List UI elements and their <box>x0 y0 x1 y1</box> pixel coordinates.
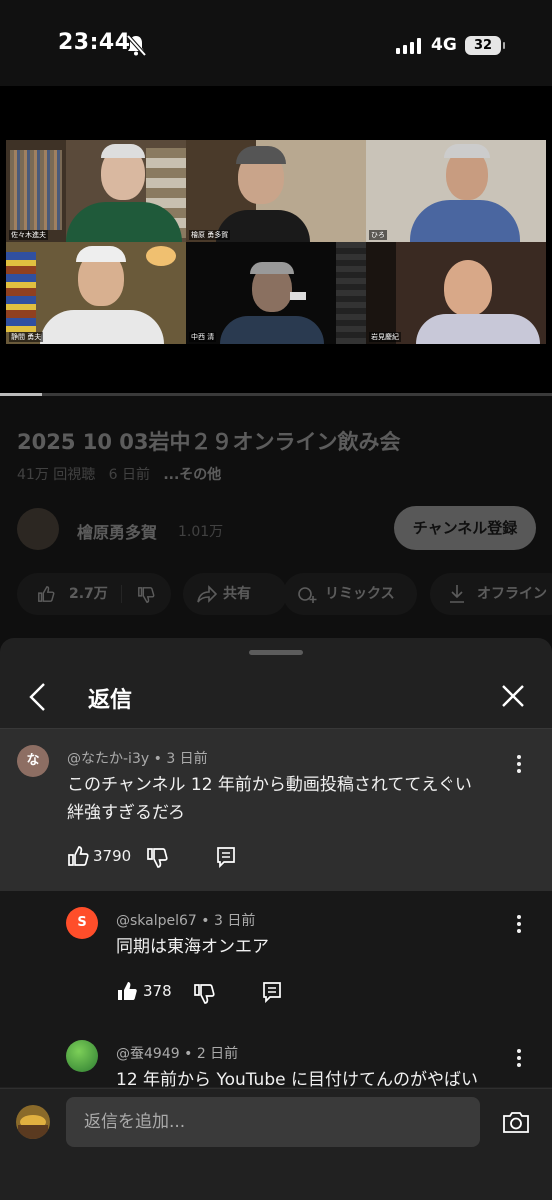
participant-name: 佐々木進夫 <box>9 230 48 240</box>
comment-author[interactable]: @なたか-i3y <box>67 751 149 767</box>
participant-tile: 静間 勇夫 <box>6 242 186 344</box>
offline-label: オフライン <box>477 586 547 602</box>
like-dislike-button[interactable]: 2.7万 <box>17 573 171 615</box>
channel-avatar[interactable] <box>17 508 59 550</box>
participant-tile: 中西 清 <box>186 242 366 344</box>
remix-label: リミックス <box>325 586 395 602</box>
like-count: 2.7万 <box>69 586 108 602</box>
share-label: 共有 <box>223 586 251 602</box>
reply-author[interactable]: @蚕4949 <box>116 1046 180 1062</box>
status-bar: 23:44 4G 32 <box>0 0 552 86</box>
camera-icon[interactable] <box>502 1110 530 1134</box>
participant-name: 岩見慶紀 <box>369 332 401 342</box>
back-arrow-icon[interactable] <box>26 682 50 712</box>
sheet-header: 返信 <box>0 668 552 728</box>
video-title[interactable]: 2025 10 03岩中２９オンライン飲み会 <box>17 426 401 456</box>
sheet-title: 返信 <box>88 688 133 713</box>
network-type: 4G <box>431 35 457 55</box>
comment-text-line: このチャンネル 12 年前から動画投稿されててえぐい <box>67 775 472 795</box>
more-link[interactable]: ...その他 <box>163 467 221 483</box>
participant-tile: 檜原 勇多賀 <box>186 140 366 242</box>
reply-age: 2 日前 <box>196 1046 239 1062</box>
reply-author[interactable]: @skalpel67 <box>116 913 197 929</box>
comment-author-line: @なたか-i3y • 3 日前 <box>67 751 208 767</box>
remix-button[interactable]: リミックス <box>283 573 417 615</box>
remix-icon <box>298 587 317 603</box>
reply-avatar[interactable] <box>66 1040 98 1072</box>
status-time: 23:44 <box>58 30 131 55</box>
participant-tile: 岩見慶紀 <box>366 242 546 344</box>
participant-name: 静間 勇夫 <box>9 332 44 342</box>
more-options-icon[interactable] <box>517 915 521 933</box>
more-options-icon[interactable] <box>517 1049 521 1067</box>
cellular-signal-icon <box>396 38 422 54</box>
video-call-grid: 佐々木進夫 檜原 勇多賀 ひろ 静間 勇夫 中西 清 岩見慶紀 <box>6 140 546 344</box>
video-info: 2025 10 03岩中２９オンライン飲み会 41万 回視聴 6 日前 ...そ… <box>0 396 552 640</box>
comment-text: このチャンネル 12 年前から動画投稿されててえぐい 絆強すぎるだろ <box>67 771 527 827</box>
comment-like-count: 3790 <box>93 847 132 865</box>
offline-button[interactable]: オフライン <box>430 573 552 615</box>
reply-compose-bar <box>0 1088 552 1200</box>
reply-avatar[interactable]: S <box>66 907 98 939</box>
thumbs-up-icon[interactable] <box>67 845 89 867</box>
share-button[interactable]: 共有 <box>183 573 287 615</box>
reply-input[interactable] <box>66 1097 480 1147</box>
reply-text: 同期は東海オンエア <box>116 937 269 957</box>
close-icon[interactable] <box>500 683 526 709</box>
more-options-icon[interactable] <box>517 755 521 773</box>
download-icon <box>450 585 464 603</box>
comment-age: 3 日前 <box>166 751 208 767</box>
participant-name: 檜原 勇多賀 <box>189 230 231 240</box>
participant-name: 中西 清 <box>189 332 217 342</box>
thumbs-up-icon <box>38 586 55 602</box>
subscribe-button[interactable]: チャンネル登録 <box>394 506 536 550</box>
thumbs-down-icon[interactable] <box>193 983 215 1005</box>
reply-author-line: @蚕4949 • 2 日前 <box>116 1046 239 1062</box>
comment-text-line: 絆強すぎるだろ <box>67 803 185 823</box>
view-count: 41万 回視聴 <box>17 467 96 483</box>
reply-like-count: 378 <box>143 982 172 1000</box>
reply-icon[interactable] <box>262 981 282 1003</box>
participant-tile: ひろ <box>366 140 546 242</box>
participant-name: ひろ <box>369 230 387 240</box>
comment-avatar[interactable]: な <box>17 745 49 777</box>
parent-comment: な @なたか-i3y • 3 日前 このチャンネル 12 年前から動画投稿されて… <box>0 729 552 891</box>
upload-age: 6 日前 <box>108 467 150 483</box>
video-player[interactable]: 佐々木進夫 檜原 勇多賀 ひろ 静間 勇夫 中西 清 岩見慶紀 <box>0 86 552 394</box>
reply-list: S @skalpel67 • 3 日前 同期は東海オンエア 378 @蚕4949… <box>0 891 552 1090</box>
share-icon <box>197 585 217 603</box>
channel-name[interactable]: 檜原勇多賀 <box>77 519 157 543</box>
bell-off-icon <box>126 34 146 56</box>
participant-tile: 佐々木進夫 <box>6 140 186 242</box>
thumbs-down-icon[interactable] <box>146 847 168 869</box>
thumbs-up-filled-icon[interactable] <box>116 980 138 1002</box>
subscriber-count: 1.01万 <box>178 524 224 540</box>
video-meta: 41万 回視聴 6 日前 ...その他 <box>17 464 221 484</box>
thumbs-down-icon <box>138 587 155 603</box>
reply-age: 3 日前 <box>214 913 256 929</box>
drag-handle[interactable] <box>249 650 303 655</box>
battery-indicator: 32 <box>465 36 505 55</box>
user-avatar[interactable] <box>16 1105 50 1139</box>
replies-sheet: 返信 な @なたか-i3y • 3 日前 このチャンネル 12 年前から動画投稿… <box>0 638 552 1200</box>
reply-author-line: @skalpel67 • 3 日前 <box>116 913 256 929</box>
reply-icon[interactable] <box>216 846 236 868</box>
